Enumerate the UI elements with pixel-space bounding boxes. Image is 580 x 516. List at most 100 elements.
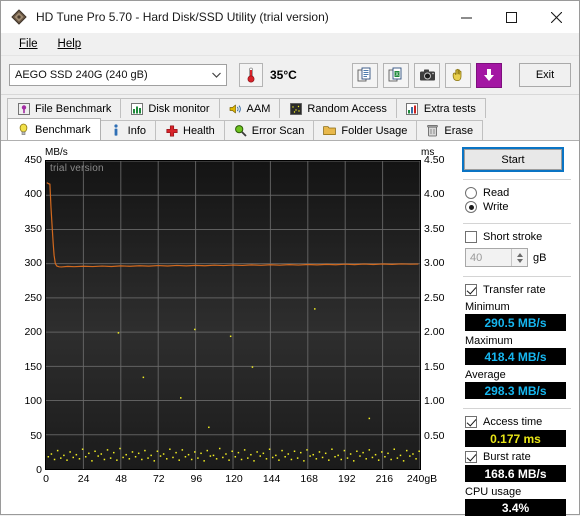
chart-canvas [46, 161, 420, 469]
x-tick-24: 24 [78, 473, 90, 485]
short-stroke-value: 40 [466, 252, 511, 264]
checkbox-short-stroke-indicator[interactable] [465, 231, 477, 243]
toolbar: AEGO SSD 240G (240 gB) 35°C [1, 56, 579, 95]
folder-icon [323, 124, 336, 137]
checkbox-transfer-rate-indicator[interactable] [465, 284, 477, 296]
short-stroke-stepper[interactable]: 40 [465, 248, 528, 267]
x-tick-96: 96 [191, 473, 203, 485]
info-icon [110, 124, 123, 137]
minimum-value-box: 290.5 MB/s [465, 314, 566, 331]
tab-folder-usage[interactable]: Folder Usage [313, 120, 417, 140]
divider-4 [463, 408, 571, 409]
file-benchmark-icon [17, 102, 30, 115]
exit-button-label: Exit [536, 69, 554, 81]
health-cross-icon [165, 124, 178, 137]
tab-disk-monitor[interactable]: Disk monitor [120, 98, 219, 118]
maximize-button[interactable] [489, 1, 534, 33]
download-arrow-icon[interactable] [476, 63, 502, 88]
checkbox-access-time-indicator[interactable] [465, 416, 477, 428]
tab-disk-monitor-label: Disk monitor [148, 103, 209, 115]
maximum-label: Maximum [461, 335, 573, 347]
benchmark-sidebar: Start Read Write Short stroke [461, 147, 573, 516]
temperature-value: 35°C [270, 68, 297, 82]
chevron-down-icon[interactable] [206, 65, 226, 85]
stepper-arrows[interactable] [511, 249, 527, 266]
short-stroke-size-row: 40 gB [461, 248, 573, 267]
benchmark-panel: MB/s ms 050100150200250300350400450 0.50… [1, 140, 579, 514]
thermometer-icon [239, 63, 263, 87]
radio-read[interactable]: Read [461, 186, 573, 200]
checkbox-burst-rate-indicator[interactable] [465, 451, 477, 463]
menu-file[interactable]: File [9, 36, 48, 52]
drive-select-value: AEGO SSD 240G (240 gB) [10, 69, 206, 81]
tab-error-scan[interactable]: Error Scan [224, 120, 315, 140]
y2-tick-4.50: 4.50 [424, 154, 444, 166]
y-tick-0: 0 [36, 464, 42, 476]
x-tick-72: 72 [153, 473, 165, 485]
hand-icon[interactable] [445, 63, 471, 88]
divider-1 [463, 179, 571, 180]
screenshot-camera-icon[interactable] [414, 63, 440, 88]
cpu-usage-label: CPU usage [461, 486, 573, 498]
x-tick-120: 120 [225, 473, 243, 485]
tab-file-benchmark[interactable]: File Benchmark [7, 98, 121, 118]
x-tick-48: 48 [115, 473, 127, 485]
tab-erase-label: Erase [444, 125, 473, 137]
window-title: HD Tune Pro 5.70 - Hard Disk/SSD Utility… [36, 10, 444, 24]
tab-row-upper: File Benchmark Disk monitor AAM Random A… [1, 97, 579, 118]
tab-file-benchmark-label: File Benchmark [35, 103, 111, 115]
radio-write-indicator[interactable] [465, 201, 477, 213]
tab-folder-usage-label: Folder Usage [341, 125, 407, 137]
checkbox-transfer-rate-label: Transfer rate [483, 284, 546, 296]
y-tick-400: 400 [24, 188, 42, 200]
tab-error-scan-label: Error Scan [252, 125, 305, 137]
checkbox-short-stroke[interactable]: Short stroke [461, 230, 573, 244]
minimum-label: Minimum [461, 301, 573, 313]
title-bar: HD Tune Pro 5.70 - Hard Disk/SSD Utility… [1, 1, 579, 33]
access-time-value-box: 0.177 ms [465, 430, 566, 447]
y-tick-300: 300 [24, 257, 42, 269]
y-tick-50: 50 [30, 430, 42, 442]
tab-random-access[interactable]: Random Access [279, 98, 396, 118]
tab-health-label: Health [183, 125, 215, 137]
average-value-box: 298.3 MB/s [465, 382, 566, 399]
checkbox-burst-rate[interactable]: Burst rate [461, 450, 573, 464]
export-excel-icon[interactable]: X [383, 63, 409, 88]
y2-tick-2.50: 2.50 [424, 292, 444, 304]
checkbox-access-time-label: Access time [483, 416, 542, 428]
exit-button[interactable]: Exit [519, 63, 571, 87]
drive-select[interactable]: AEGO SSD 240G (240 gB) [9, 64, 227, 86]
lightbulb-icon [17, 123, 30, 136]
access-time-value: 0.177 ms [490, 432, 541, 446]
radio-write-label: Write [483, 201, 508, 213]
y2-tick-2.00: 2.00 [424, 326, 444, 338]
trial-watermark: trial version [50, 163, 104, 174]
window-controls [444, 1, 579, 33]
tab-info[interactable]: Info [100, 120, 156, 140]
tab-benchmark[interactable]: Benchmark [7, 118, 101, 140]
tab-extra-tests[interactable]: Extra tests [396, 98, 486, 118]
y2-tick-1.00: 1.00 [424, 395, 444, 407]
random-access-icon [289, 102, 302, 115]
tab-benchmark-label: Benchmark [35, 124, 91, 136]
y2-axis-ticklabels: 0.501.001.502.002.503.003.504.004.50 [424, 160, 464, 470]
start-button[interactable]: Start [464, 149, 562, 170]
copy-clipboard-icon[interactable] [352, 63, 378, 88]
x-tick-0: 0 [43, 473, 49, 485]
menu-file-label: File [19, 38, 38, 50]
maximum-value-box: 418.4 MB/s [465, 348, 566, 365]
tab-health[interactable]: Health [155, 120, 225, 140]
close-button[interactable] [534, 1, 579, 33]
tab-erase[interactable]: Erase [416, 120, 483, 140]
disk-monitor-icon [130, 102, 143, 115]
cpu-usage-value: 3.4% [502, 501, 529, 515]
checkbox-access-time[interactable]: Access time [461, 415, 573, 429]
radio-read-indicator[interactable] [465, 187, 477, 199]
checkbox-transfer-rate[interactable]: Transfer rate [461, 283, 573, 297]
divider-2 [463, 223, 571, 224]
menu-help[interactable]: Help [48, 36, 92, 52]
x-axis-ticklabels: 024487296120144168192216240gB [45, 473, 423, 487]
tab-aam[interactable]: AAM [219, 98, 281, 118]
radio-write[interactable]: Write [461, 200, 573, 214]
minimize-button[interactable] [444, 1, 489, 33]
